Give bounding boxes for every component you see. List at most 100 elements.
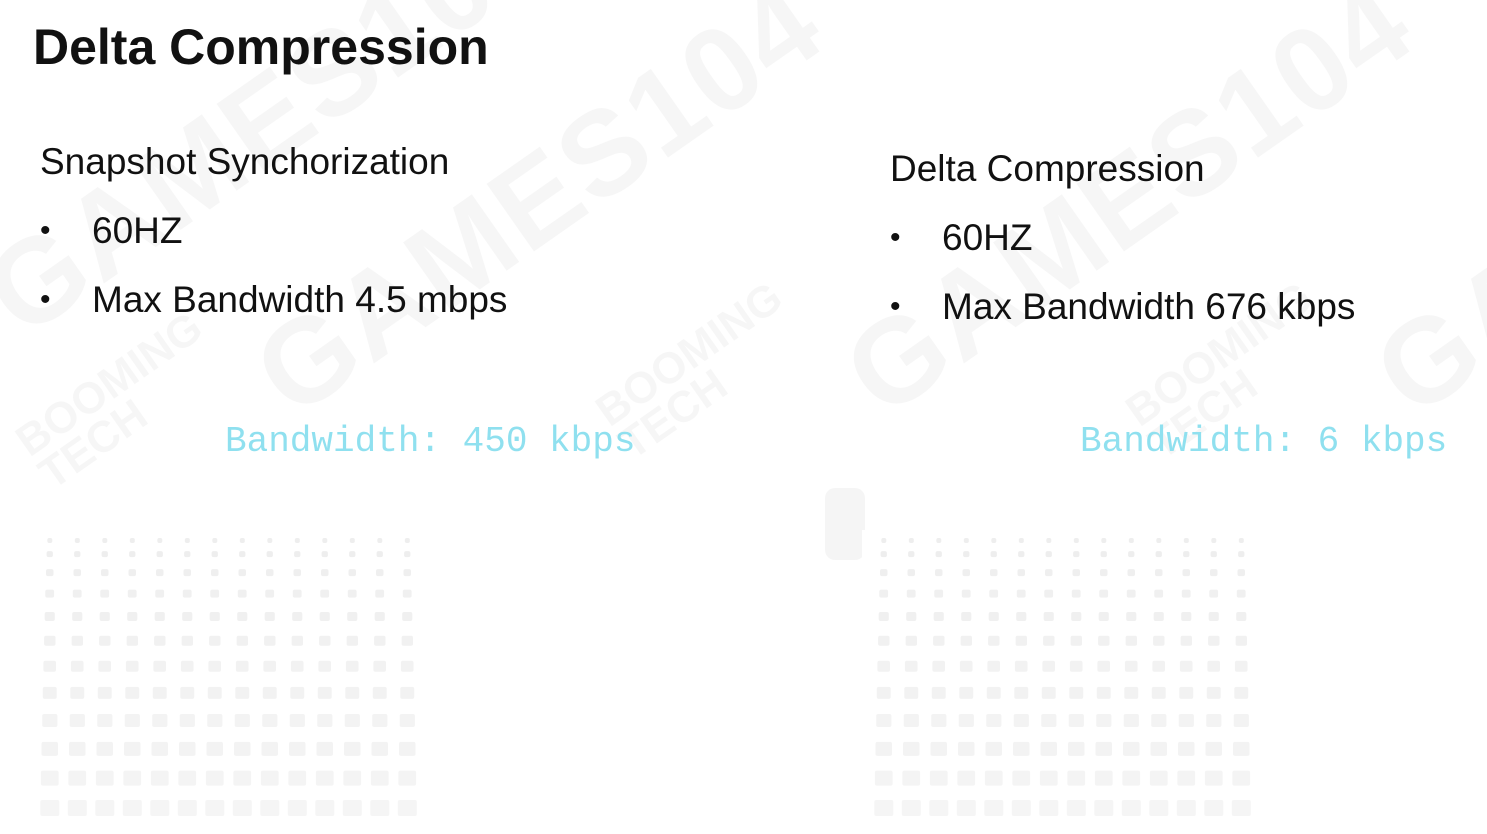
grid-block	[124, 741, 141, 756]
grid-block	[986, 686, 1001, 699]
grid-block	[205, 800, 225, 816]
grid-block	[321, 551, 328, 558]
grid-block	[127, 612, 138, 621]
grid-block	[903, 714, 919, 727]
grid-block	[72, 589, 82, 598]
grid-block	[40, 800, 60, 816]
grid-block	[73, 569, 81, 577]
grid-block	[404, 551, 411, 558]
grid-block	[1124, 686, 1139, 699]
grid-block	[1178, 714, 1194, 727]
grid-block	[46, 569, 54, 577]
grid-block	[957, 770, 976, 786]
grid-block	[179, 741, 196, 756]
grid-block	[343, 770, 362, 786]
grid-block	[211, 569, 219, 577]
grid-block	[289, 741, 306, 756]
grid-block	[1125, 635, 1137, 646]
grid-block	[347, 612, 358, 621]
grid-block	[97, 686, 112, 699]
grid-block	[1018, 551, 1025, 558]
grid-block	[403, 569, 411, 577]
grid-block	[400, 660, 414, 672]
grid-block	[157, 538, 163, 543]
grid-block	[876, 686, 891, 699]
grid-block	[377, 538, 383, 543]
left-simulation-view	[28, 530, 423, 820]
right-bullet-text: Max Bandwidth 676 kbps	[942, 286, 1356, 327]
bullet-icon: •	[890, 221, 901, 254]
grid-block	[152, 714, 168, 727]
grid-block	[929, 800, 949, 816]
grid-block	[1015, 635, 1027, 646]
grid-block	[1095, 741, 1112, 756]
grid-block	[288, 770, 307, 786]
grid-block	[290, 686, 305, 699]
grid-block	[1017, 569, 1025, 577]
grid-block	[1237, 569, 1245, 577]
grid-block	[205, 770, 224, 786]
grid-block	[263, 660, 276, 672]
grid-block	[235, 660, 249, 672]
right-bullet-item: • 60HZ	[890, 216, 1032, 260]
grid-block	[345, 660, 359, 672]
grid-block	[374, 635, 386, 646]
grid-block	[990, 551, 997, 558]
grid-block	[1073, 551, 1080, 558]
grid-block	[880, 569, 888, 577]
grid-block	[986, 714, 1002, 727]
grid-block	[1180, 635, 1192, 646]
grid-block	[156, 551, 163, 558]
grid-block	[101, 569, 109, 577]
grid-block	[372, 714, 388, 727]
grid-block	[319, 612, 330, 621]
grid-block	[1071, 589, 1081, 598]
grid-block	[1039, 770, 1058, 786]
grid-block	[40, 770, 59, 786]
grid-block	[1097, 660, 1110, 672]
grid-block	[315, 770, 334, 786]
grid-block	[1070, 635, 1082, 646]
grid-block	[1123, 741, 1140, 756]
watermark-tech-line1: BOOMING	[590, 277, 789, 433]
grid-block	[235, 686, 250, 699]
grid-block	[129, 538, 135, 543]
grid-block	[876, 714, 892, 727]
grid-block	[1204, 770, 1223, 786]
grid-block	[74, 538, 80, 543]
grid-block	[962, 569, 970, 577]
grid-block	[1100, 551, 1107, 558]
grid-block	[1238, 551, 1245, 558]
grid-block	[1153, 612, 1164, 621]
grid-block	[1155, 551, 1162, 558]
grid-block	[1150, 741, 1167, 756]
grid-block	[1127, 569, 1135, 577]
grid-block	[1152, 660, 1165, 672]
grid-block	[906, 612, 917, 621]
grid-block	[1183, 538, 1189, 543]
grid-block	[208, 660, 221, 672]
grid-block	[1182, 569, 1190, 577]
grid-block	[266, 551, 273, 558]
grid-block	[402, 612, 413, 621]
grid-block	[984, 800, 1004, 816]
grid-block	[342, 800, 362, 816]
grid-block	[1149, 770, 1168, 786]
grid-block	[262, 686, 277, 699]
grid-block	[373, 660, 386, 672]
grid-block	[1042, 660, 1055, 672]
grid-block	[881, 538, 887, 543]
grid-block	[877, 660, 890, 672]
grid-block	[1012, 770, 1031, 786]
right-simulation-view	[862, 530, 1257, 820]
grid-block	[128, 569, 136, 577]
grid-block	[880, 551, 887, 558]
grid-block	[234, 714, 250, 727]
grid-block	[1121, 800, 1141, 816]
grid-block	[1126, 612, 1137, 621]
grid-block	[261, 741, 278, 756]
grid-block	[237, 612, 248, 621]
grid-block	[963, 551, 970, 558]
grid-block	[322, 538, 328, 543]
grid-block	[1210, 551, 1217, 558]
